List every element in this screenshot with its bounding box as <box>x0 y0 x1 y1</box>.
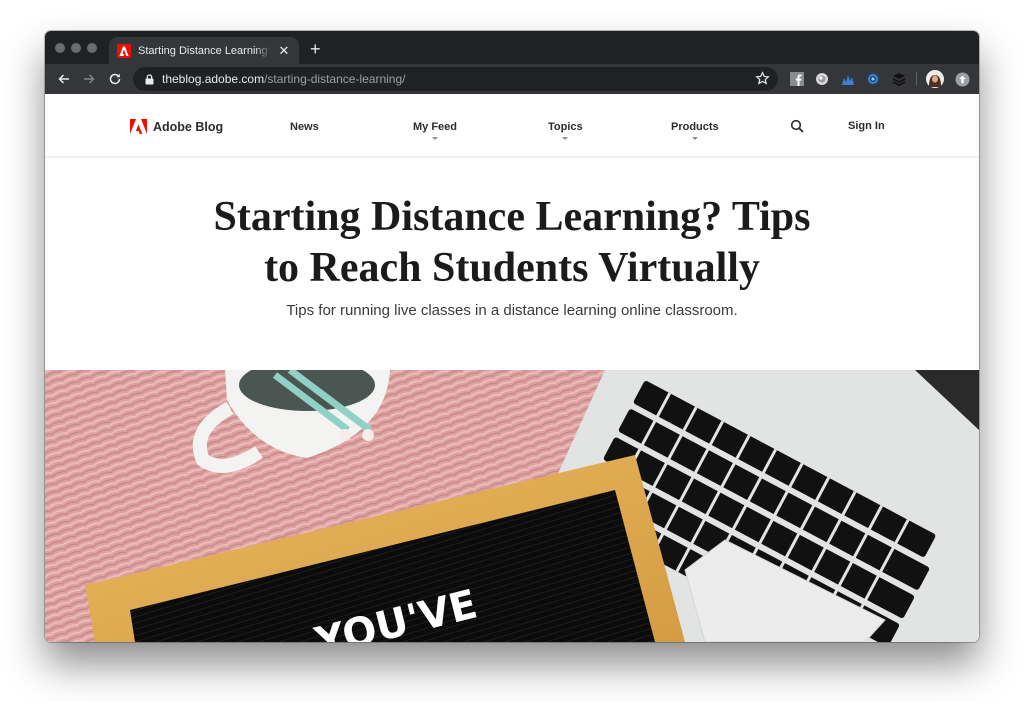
reload-button[interactable] <box>104 68 126 90</box>
layers-extension-icon[interactable] <box>891 71 907 87</box>
chevron-down-icon <box>691 137 698 140</box>
update-icon[interactable] <box>954 71 970 87</box>
profile-avatar[interactable] <box>926 70 944 88</box>
nav-topics[interactable]: Topics <box>548 121 583 140</box>
search-icon[interactable] <box>790 119 804 133</box>
chevron-down-icon <box>562 137 569 140</box>
tab-strip: Starting Distance Learning? Tips to Reac… <box>45 31 979 64</box>
brand-name: Adobe Blog <box>153 119 224 134</box>
arrow-left-icon <box>58 74 69 84</box>
circle-extension-icon[interactable] <box>814 71 830 87</box>
forward-button[interactable] <box>78 68 100 90</box>
arrow-right-icon <box>84 74 95 84</box>
browser-tab[interactable]: Starting Distance Learning? Tips to Reac… <box>109 37 299 64</box>
browser-window: Starting Distance Learning? Tips to Reac… <box>45 31 979 642</box>
back-button[interactable] <box>53 68 75 90</box>
article-title-line-1: Starting Distance Learning? Tips <box>213 194 811 240</box>
browser-toolbar: theblog.adobe.com/starting-distance-lear… <box>45 64 979 94</box>
article-title-line-2: to Reach Students Virtually <box>264 245 760 291</box>
nav-products[interactable]: Products <box>671 121 719 140</box>
facebook-icon[interactable] <box>789 71 805 87</box>
window-controls <box>55 43 97 53</box>
nav-my-feed[interactable]: My Feed <box>413 121 457 140</box>
blue-wave-extension-icon[interactable] <box>840 71 856 87</box>
url-host: theblog.adobe.com <box>162 72 265 86</box>
reload-icon <box>109 73 121 85</box>
nav-my-feed-label: My Feed <box>413 121 458 133</box>
adobe-blog-logo[interactable]: Adobe Blog <box>130 119 223 134</box>
address-bar[interactable]: theblog.adobe.com/starting-distance-lear… <box>133 67 778 91</box>
adobe-logo-icon <box>130 119 147 134</box>
chevron-down-icon <box>432 137 438 140</box>
nav-products-label: Products <box>671 121 719 133</box>
nav-news[interactable]: News <box>290 121 319 133</box>
toolbar-separator <box>916 72 917 86</box>
lock-icon <box>145 73 154 84</box>
sign-in-link[interactable]: Sign In <box>848 120 885 132</box>
nav-news-label: News <box>290 121 319 133</box>
zoom-window-button[interactable] <box>87 43 97 53</box>
new-tab-button[interactable]: + <box>310 39 321 59</box>
adobe-logo-icon <box>117 43 131 58</box>
article-title: Starting Distance Learning? Tips to Reac… <box>45 192 979 294</box>
url-path: /starting-distance-learning/ <box>264 72 406 86</box>
article-subtitle: Tips for running live classes in a dista… <box>286 302 738 319</box>
close-window-button[interactable] <box>55 43 65 53</box>
star-icon[interactable] <box>755 71 770 86</box>
close-icon[interactable]: ✕ <box>277 43 291 59</box>
hero-image: YOU'VE <box>45 370 979 642</box>
web-page: Adobe Blog News My Feed Topics Products <box>45 94 979 642</box>
site-header: Adobe Blog News My Feed Topics Products <box>45 94 979 158</box>
minimize-window-button[interactable] <box>71 43 81 53</box>
radar-extension-icon[interactable] <box>865 71 881 87</box>
tab-title: Starting Distance Learning? Tips to Reac… <box>138 44 271 57</box>
nav-topics-label: Topics <box>548 121 583 133</box>
